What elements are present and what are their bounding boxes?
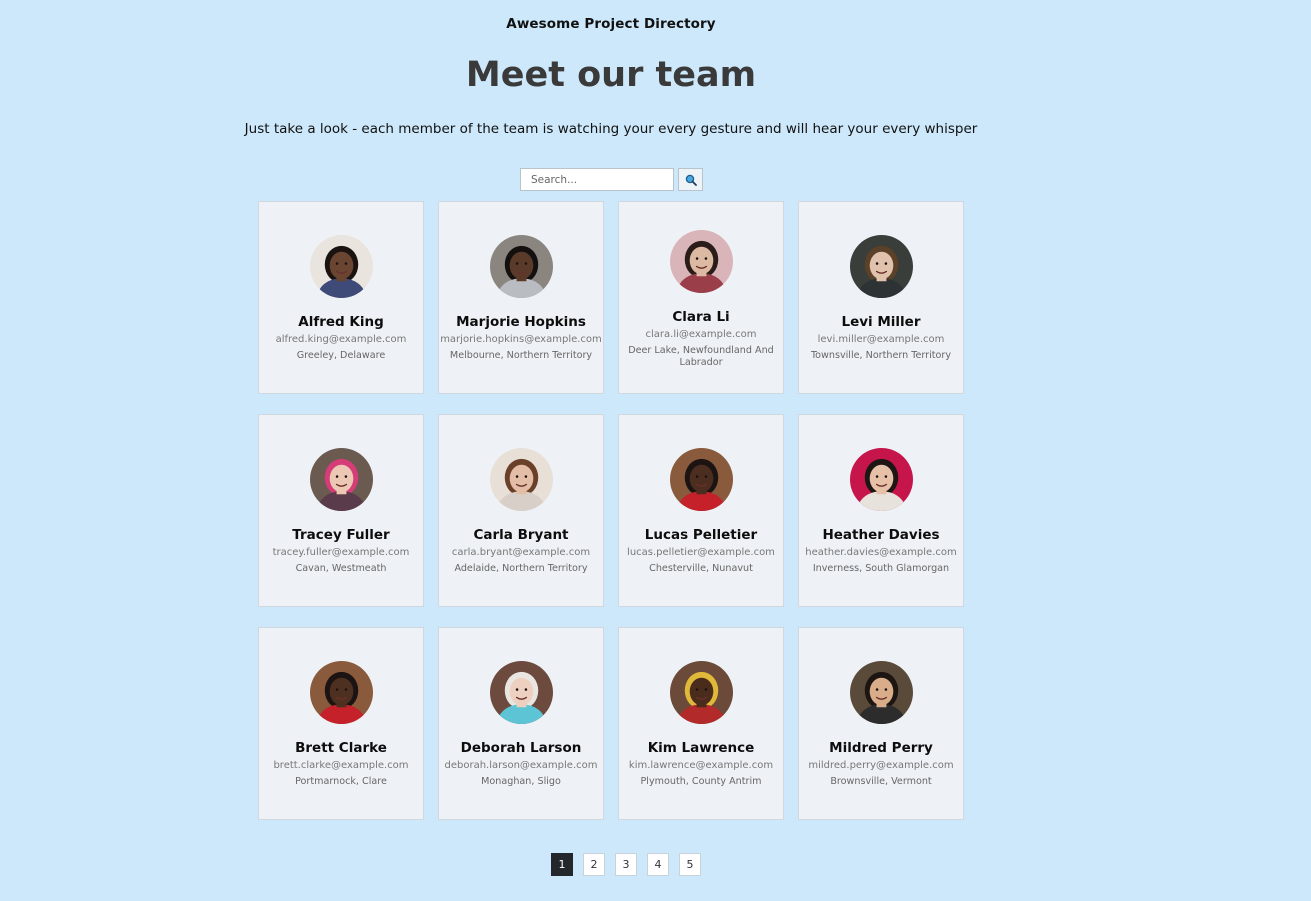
member-email: tracey.fuller@example.com	[272, 547, 410, 558]
member-name: Clara Li	[672, 309, 730, 325]
member-card[interactable]: Kim Lawrence kim.lawrence@example.com Plym…	[618, 627, 784, 820]
member-location: Deer Lake, Newfoundland And Labrador	[628, 345, 774, 368]
member-name: Tracey Fuller	[292, 527, 390, 543]
member-card[interactable]: Heather Davies heather.davies@example.com…	[798, 414, 964, 607]
member-name: Heather Davies	[822, 527, 940, 543]
avatar	[489, 448, 553, 511]
page-button-1[interactable]: 1	[551, 853, 573, 876]
search-button[interactable]	[678, 168, 703, 191]
member-location: Plymouth, County Antrim	[640, 776, 762, 787]
member-email: mildred.perry@example.com	[808, 760, 954, 771]
member-card[interactable]: Alfred King alfred.king@example.com Greele…	[258, 201, 424, 394]
avatar	[489, 661, 553, 724]
member-email: marjorie.hopkins@example.com	[440, 334, 602, 345]
member-name: Carla Bryant	[473, 527, 569, 543]
avatar	[489, 235, 553, 298]
member-card[interactable]: Lucas Pelletier lucas.pelletier@example.c…	[618, 414, 784, 607]
member-card[interactable]: Clara Li clara.li@example.com Deer Lake, N…	[618, 201, 784, 394]
member-email: carla.bryant@example.com	[451, 547, 591, 558]
member-name: Marjorie Hopkins	[456, 314, 586, 330]
page-button-2[interactable]: 2	[583, 853, 605, 876]
pagination: 12345	[551, 853, 701, 876]
member-card[interactable]: Deborah Larson deborah.larson@example.com…	[438, 627, 604, 820]
member-name: Mildred Perry	[829, 740, 933, 756]
member-email: heather.davies@example.com	[805, 547, 957, 558]
member-name: Lucas Pelletier	[644, 527, 758, 543]
avatar	[309, 235, 373, 298]
member-name: Levi Miller	[841, 314, 921, 330]
member-card[interactable]: Levi Miller levi.miller@example.com Townsv…	[798, 201, 964, 394]
member-email: brett.clarke@example.com	[273, 760, 409, 771]
member-name: Brett Clarke	[295, 740, 387, 756]
member-card[interactable]: Tracey Fuller tracey.fuller@example.com Ca…	[258, 414, 424, 607]
app-title: Awesome Project Directory	[506, 16, 716, 32]
member-email: alfred.king@example.com	[275, 334, 407, 345]
page-title: Meet our team	[465, 55, 757, 95]
member-location: Monaghan, Sligo	[481, 776, 561, 787]
search-input[interactable]	[520, 168, 674, 191]
member-email: deborah.larson@example.com	[444, 760, 598, 771]
member-location: Townsville, Northern Territory	[810, 350, 952, 361]
page-button-4[interactable]: 4	[647, 853, 669, 876]
member-location: Greeley, Delaware	[296, 350, 386, 361]
page-button-3[interactable]: 3	[615, 853, 637, 876]
member-name: Kim Lawrence	[647, 740, 755, 756]
member-location: Cavan, Westmeath	[295, 563, 387, 574]
team-grid: Alfred King alfred.king@example.com Greele…	[258, 201, 964, 820]
avatar	[849, 448, 913, 511]
member-card[interactable]: Brett Clarke brett.clarke@example.com Port…	[258, 627, 424, 820]
search-bar	[520, 168, 703, 191]
member-email: lucas.pelletier@example.com	[627, 547, 775, 558]
member-name: Deborah Larson	[460, 740, 582, 756]
member-email: levi.miller@example.com	[817, 334, 945, 345]
avatar	[849, 661, 913, 724]
avatar	[669, 230, 733, 293]
page-button-5[interactable]: 5	[679, 853, 701, 876]
member-location: Adelaide, Northern Territory	[454, 563, 588, 574]
member-card[interactable]: Carla Bryant carla.bryant@example.com Adel…	[438, 414, 604, 607]
member-location: Portmarnock, Clare	[295, 776, 387, 787]
avatar	[309, 448, 373, 511]
member-email: kim.lawrence@example.com	[628, 760, 774, 771]
member-location: Chesterville, Nunavut	[649, 563, 753, 574]
member-location: Brownsville, Vermont	[830, 776, 932, 787]
member-location: Melbourne, Northern Territory	[449, 350, 593, 361]
member-email: clara.li@example.com	[645, 329, 757, 340]
member-card[interactable]: Marjorie Hopkins marjorie.hopkins@example…	[438, 201, 604, 394]
tagline: Just take a look - each member of the te…	[244, 121, 978, 137]
avatar	[669, 448, 733, 511]
avatar	[669, 661, 733, 724]
member-card[interactable]: Mildred Perry mildred.perry@example.com Br…	[798, 627, 964, 820]
avatar	[849, 235, 913, 298]
member-name: Alfred King	[298, 314, 384, 330]
member-location: Inverness, South Glamorgan	[812, 563, 950, 574]
search-icon	[685, 174, 697, 186]
avatar	[309, 661, 373, 724]
